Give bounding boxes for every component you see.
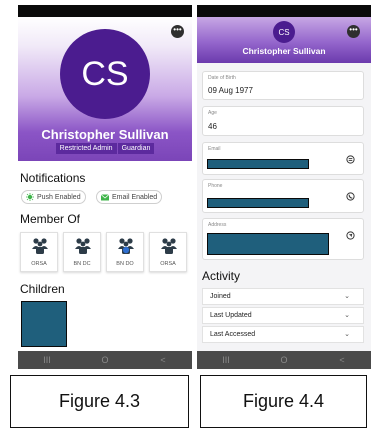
- phone-label: Phone: [208, 183, 223, 189]
- dob-value: 09 Aug 1977: [208, 86, 253, 95]
- push-enabled-label: Push Enabled: [37, 193, 81, 201]
- notifications-title: Notifications: [20, 171, 86, 185]
- joined-row[interactable]: Joined ⌄: [202, 288, 364, 305]
- avatar: CS: [273, 21, 295, 43]
- status-bar: [18, 5, 192, 17]
- group-icon: [75, 238, 91, 254]
- group-icon: [161, 238, 177, 254]
- address-field[interactable]: Address: [202, 218, 364, 260]
- phone-field[interactable]: Phone: [202, 179, 364, 213]
- location-icon[interactable]: [346, 231, 355, 240]
- email-field[interactable]: Email: [202, 142, 364, 175]
- home-button[interactable]: O: [274, 355, 294, 365]
- member-label: ORSA: [31, 261, 47, 267]
- last-updated-label: Last Updated: [210, 312, 252, 319]
- chevron-down-icon: ⌄: [344, 331, 350, 338]
- recent-apps-button[interactable]: III: [37, 355, 57, 365]
- age-field: Age 46: [202, 106, 364, 136]
- status-bar: [197, 5, 371, 17]
- chevron-down-icon: ⌄: [344, 312, 350, 319]
- profile-name: Christopher Sullivan: [41, 127, 169, 142]
- member-of-title: Member Of: [20, 212, 81, 226]
- phone-value-redacted: [207, 198, 309, 208]
- profile-header: CS Christopher Sullivan Restricted Admin…: [18, 17, 192, 161]
- back-button[interactable]: <: [153, 355, 173, 365]
- email-enabled-label: Email Enabled: [112, 193, 158, 201]
- bell-icon: [26, 193, 34, 201]
- last-accessed-label: Last Accessed: [210, 331, 256, 338]
- profile-header-compact: CS Christopher Sullivan: [197, 17, 371, 63]
- home-button[interactable]: O: [95, 355, 115, 365]
- joined-label: Joined: [210, 293, 231, 300]
- figure-caption-left: Figure 4.3: [10, 375, 189, 428]
- group-icon: [118, 238, 134, 254]
- child-card-redacted[interactable]: [21, 301, 67, 347]
- member-card[interactable]: ORSA: [149, 232, 187, 272]
- push-enabled-chip[interactable]: Push Enabled: [21, 190, 86, 204]
- dob-label: Date of Birth: [208, 75, 236, 81]
- profile-screen-right: CS Christopher Sullivan ••• Date of Birt…: [197, 5, 371, 369]
- email-enabled-chip[interactable]: Email Enabled: [96, 190, 163, 204]
- children-title: Children: [20, 282, 65, 296]
- member-card[interactable]: BN DC: [63, 232, 101, 272]
- last-updated-row[interactable]: Last Updated ⌄: [202, 307, 364, 324]
- member-label: BN DC: [73, 261, 91, 267]
- last-accessed-row[interactable]: Last Accessed ⌄: [202, 326, 364, 343]
- more-options-button[interactable]: •••: [171, 25, 184, 38]
- age-label: Age: [208, 110, 217, 116]
- back-button[interactable]: <: [332, 355, 352, 365]
- member-card[interactable]: ORSA: [20, 232, 58, 272]
- phone-icon[interactable]: [346, 192, 355, 201]
- chevron-down-icon: ⌄: [344, 293, 350, 300]
- address-value-redacted: [207, 233, 329, 255]
- member-card[interactable]: BN DO: [106, 232, 144, 272]
- system-nav-bar: III O <: [197, 351, 371, 369]
- member-label: BN DO: [116, 261, 134, 267]
- role-badge-restricted-admin: Restricted Admin: [55, 143, 117, 154]
- profile-name: Christopher Sullivan: [242, 46, 326, 56]
- envelope-icon: [101, 193, 109, 200]
- email-label: Email: [208, 146, 221, 152]
- address-label: Address: [208, 222, 227, 228]
- group-icon: [32, 238, 48, 254]
- system-nav-bar: III O <: [18, 351, 192, 369]
- recent-apps-button[interactable]: III: [216, 355, 236, 365]
- avatar: CS: [60, 29, 150, 119]
- profile-screen-left: CS Christopher Sullivan Restricted Admin…: [18, 5, 192, 369]
- activity-title: Activity: [202, 269, 241, 283]
- at-icon[interactable]: [346, 155, 355, 164]
- role-badges: Restricted Admin Guardian: [18, 143, 192, 154]
- dob-field: Date of Birth 09 Aug 1977: [202, 71, 364, 100]
- more-options-button[interactable]: •••: [347, 25, 360, 38]
- age-value: 46: [208, 122, 217, 131]
- email-value-redacted: [207, 159, 309, 169]
- member-label: ORSA: [160, 261, 176, 267]
- role-badge-guardian: Guardian: [117, 143, 155, 154]
- figure-caption-right: Figure 4.4: [200, 375, 367, 428]
